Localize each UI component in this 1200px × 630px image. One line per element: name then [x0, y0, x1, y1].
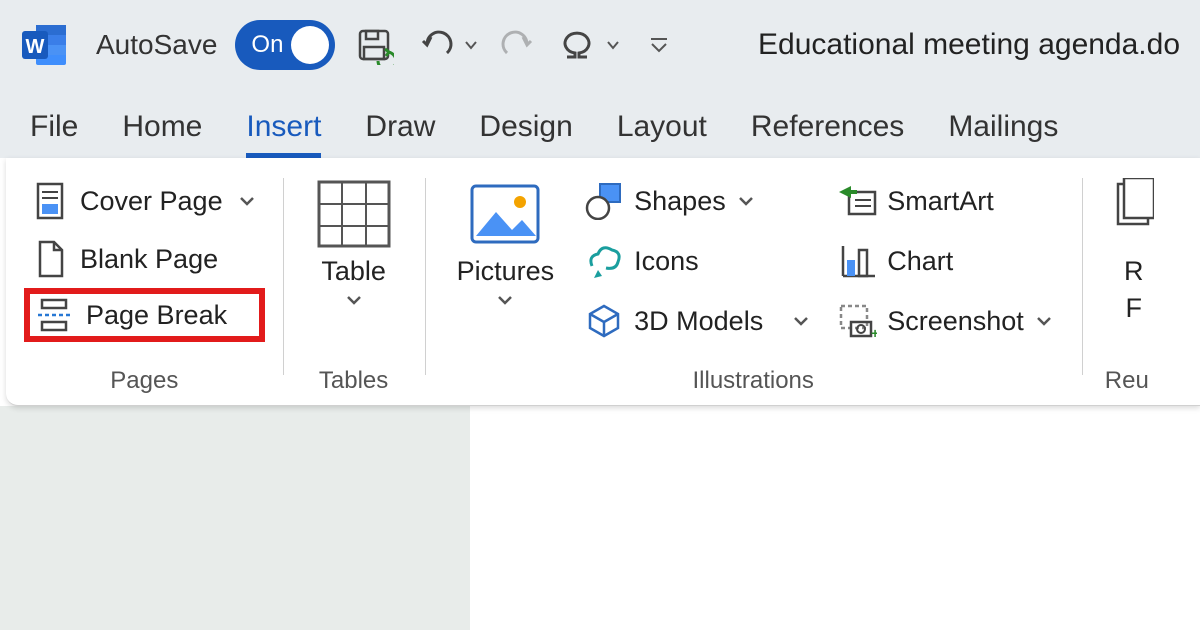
- tab-design[interactable]: Design: [479, 110, 572, 158]
- tab-layout[interactable]: Layout: [617, 110, 707, 158]
- undo-button[interactable]: [414, 22, 460, 68]
- chevron-down-icon: [345, 293, 363, 307]
- reuse-icon: [1114, 178, 1154, 250]
- chart-label: Chart: [887, 246, 953, 277]
- pictures-button[interactable]: Pictures: [443, 172, 569, 350]
- autosave-toggle-text: On: [251, 31, 283, 59]
- page-break-label: Page Break: [86, 300, 227, 331]
- tab-insert[interactable]: Insert: [246, 110, 321, 158]
- blank-page-button[interactable]: Blank Page: [24, 230, 265, 288]
- redo-button[interactable]: [496, 22, 538, 68]
- undo-dropdown-icon[interactable]: [464, 38, 478, 52]
- shapes-label: Shapes: [634, 186, 726, 217]
- cover-page-label: Cover Page: [80, 186, 223, 217]
- 3d-models-label: 3D Models: [634, 306, 763, 337]
- group-label-reuse: Reu: [1100, 361, 1154, 399]
- qat-customize-button[interactable]: [638, 22, 680, 68]
- tab-mailings[interactable]: Mailings: [948, 110, 1058, 158]
- smartart-button[interactable]: SmartArt: [825, 172, 1064, 230]
- reuse-r-label: R: [1124, 256, 1144, 287]
- reuse-f-label: F: [1126, 293, 1143, 324]
- group-illustrations: Pictures Shapes: [425, 158, 1082, 405]
- icons-icon: [584, 242, 624, 280]
- document-page[interactable]: [470, 406, 1200, 630]
- tab-file[interactable]: File: [30, 110, 78, 158]
- toggle-knob-icon: [291, 26, 329, 64]
- group-label-pages: Pages: [24, 361, 265, 399]
- cover-page-icon: [34, 182, 66, 220]
- 3d-models-button[interactable]: 3D Models: [572, 292, 821, 350]
- symbol-dropdown-icon[interactable]: [606, 38, 620, 52]
- icons-button[interactable]: Icons: [572, 232, 821, 290]
- table-icon: [315, 178, 393, 250]
- group-reuse: R F Reu: [1082, 158, 1154, 405]
- pictures-label: Pictures: [457, 256, 555, 287]
- smartart-label: SmartArt: [887, 186, 994, 217]
- save-button[interactable]: [353, 22, 395, 68]
- screenshot-label: Screenshot: [887, 306, 1024, 337]
- title-bar: W AutoSave On: [0, 0, 1200, 90]
- autosave-label: AutoSave: [96, 29, 217, 61]
- symbol-button[interactable]: [556, 22, 598, 68]
- chevron-down-icon: [1036, 314, 1052, 328]
- autosave-toggle[interactable]: On: [235, 20, 335, 70]
- chart-button[interactable]: Chart: [825, 232, 1064, 290]
- chart-icon: [837, 242, 877, 280]
- tab-home[interactable]: Home: [122, 110, 202, 158]
- tab-references[interactable]: References: [751, 110, 904, 158]
- table-button[interactable]: Table: [301, 172, 407, 313]
- chevron-down-icon: [738, 194, 754, 208]
- tab-draw[interactable]: Draw: [365, 110, 435, 158]
- document-area: [0, 406, 1200, 630]
- blank-page-icon: [34, 240, 66, 278]
- word-logo-icon: W: [20, 21, 68, 69]
- svg-text:+: +: [871, 325, 877, 340]
- group-tables: Table Tables: [283, 158, 425, 405]
- blank-page-label: Blank Page: [80, 244, 218, 275]
- page-break-icon: [36, 298, 72, 332]
- ribbon: Cover Page Blank Page: [6, 158, 1200, 406]
- document-title: Educational meeting agenda.do: [758, 28, 1180, 62]
- shapes-button[interactable]: Shapes: [572, 172, 821, 230]
- svg-text:W: W: [26, 36, 45, 58]
- group-label-tables: Tables: [301, 361, 407, 399]
- icons-label: Icons: [634, 246, 699, 277]
- smartart-icon: [837, 182, 877, 220]
- cube-icon: [584, 302, 624, 340]
- screenshot-button[interactable]: + Screenshot: [825, 292, 1064, 350]
- screenshot-icon: +: [837, 302, 877, 340]
- chevron-down-icon: [496, 293, 514, 307]
- chevron-down-icon: [793, 314, 809, 328]
- group-label-illustrations: Illustrations: [443, 361, 1064, 399]
- group-pages: Cover Page Blank Page: [6, 158, 283, 405]
- shapes-icon: [584, 182, 624, 220]
- reuse-files-button[interactable]: R F: [1100, 172, 1154, 324]
- table-label: Table: [321, 256, 386, 287]
- chevron-down-icon: [239, 194, 255, 208]
- pictures-icon: [466, 178, 544, 250]
- cover-page-button[interactable]: Cover Page: [24, 172, 265, 230]
- page-break-button[interactable]: Page Break: [24, 288, 265, 342]
- ribbon-tabs: File Home Insert Draw Design Layout Refe…: [0, 90, 1200, 158]
